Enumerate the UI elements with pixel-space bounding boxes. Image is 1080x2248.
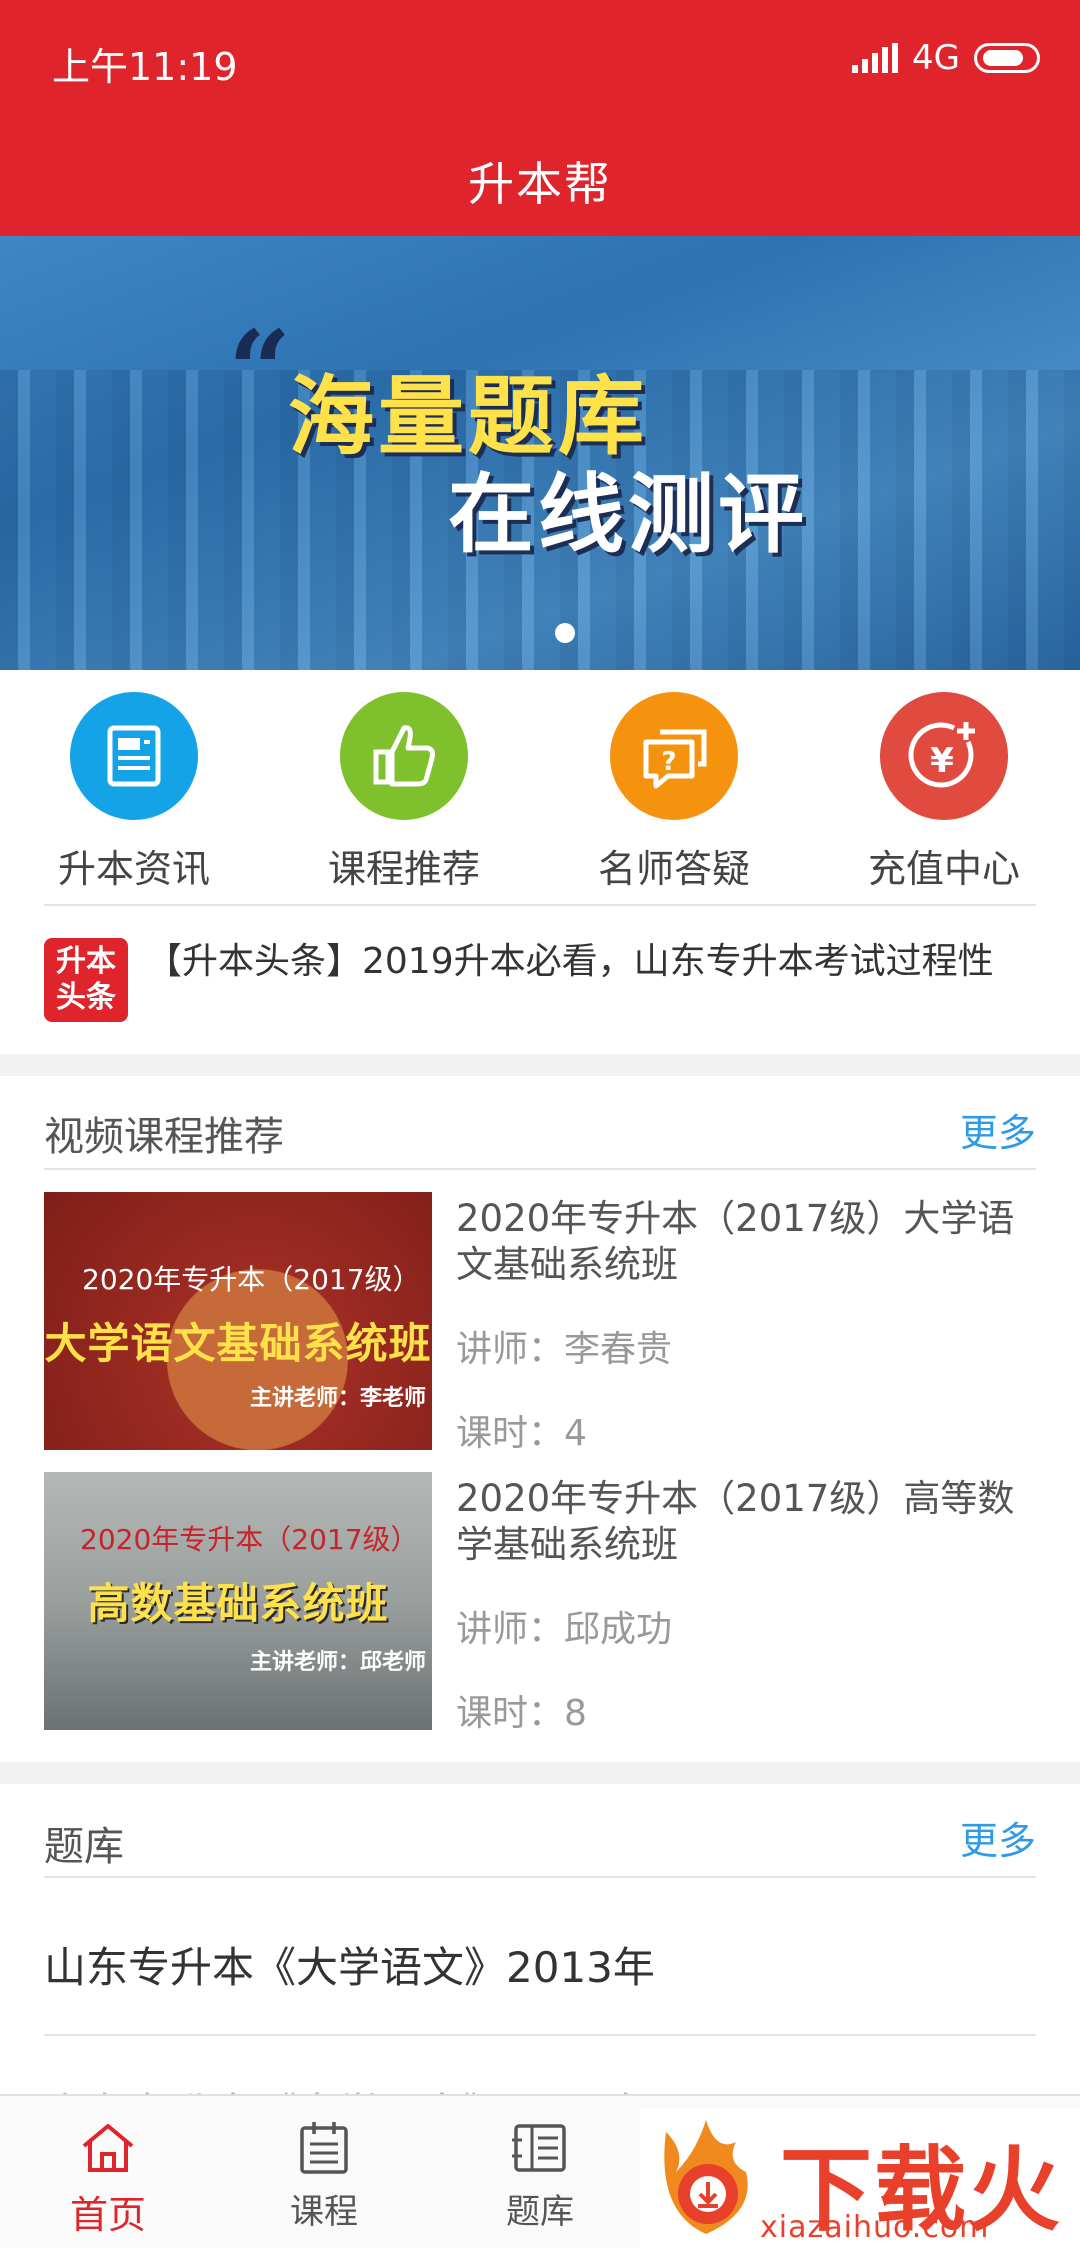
tab-home[interactable]: 首页 xyxy=(8,2118,208,2239)
badge-line: 头条 xyxy=(56,980,116,1015)
tab-courses[interactable]: 课程 xyxy=(224,2118,424,2233)
quick-nav: 升本资讯 课程推荐 ? 名师答疑 ¥ 充值中心 升本 头条 【升本头条】2019… xyxy=(0,670,1080,1054)
course-item[interactable]: 2020年专升本（2017级） 大学语文基础系统班 主讲老师：李老师 2020年… xyxy=(44,1192,1036,1454)
quote-mark-icon: “ xyxy=(228,306,292,435)
status-time: 上午11:19 xyxy=(52,45,238,89)
course-hours: 课时：8 xyxy=(456,1693,587,1734)
network-type: 4G xyxy=(912,38,960,78)
divider xyxy=(44,1876,1036,1878)
headline-ticker[interactable]: 【升本头条】2019升本必看，山东专升本考试过程性 xyxy=(146,932,1046,984)
more-link[interactable]: 更多 xyxy=(960,1810,1036,1865)
thumb-caption: 2020年专升本（2017级） xyxy=(82,1263,421,1296)
carousel-indicator[interactable] xyxy=(555,623,575,643)
page-title: 升本帮 xyxy=(468,157,612,211)
quick-nav-news[interactable]: 升本资讯 xyxy=(34,692,234,893)
course-title: 2020年专升本（2017级）高等数学基础系统班 xyxy=(456,1477,1015,1566)
section-title: 视频课程推荐 xyxy=(44,1114,284,1160)
quick-nav-label: 课程推荐 xyxy=(327,847,480,891)
course-thumbnail: 2020年专升本（2017级） 大学语文基础系统班 主讲老师：李老师 xyxy=(44,1192,432,1450)
quick-nav-label: 升本资讯 xyxy=(57,847,210,891)
yuan-plus-icon: ¥ xyxy=(880,692,1008,820)
signal-icon xyxy=(852,43,899,73)
calendar-icon xyxy=(294,2118,354,2178)
quick-nav-label: 名师答疑 xyxy=(597,847,750,891)
banner-headline-2: 在线测评 xyxy=(448,465,808,565)
tab-label: 课程 xyxy=(290,2192,358,2232)
status-icons: 4G xyxy=(852,38,1040,78)
news-icon xyxy=(70,692,198,820)
question-bank-item[interactable]: 山东专升本《大学语文》2013年 xyxy=(44,1934,655,1995)
course-title: 2020年专升本（2017级）大学语文基础系统班 xyxy=(456,1197,1015,1286)
course-teacher: 讲师：邱成功 xyxy=(456,1609,673,1650)
divider xyxy=(44,904,1036,906)
tab-question-bank[interactable]: 题库 xyxy=(440,2118,640,2233)
flame-logo-icon xyxy=(646,2112,766,2242)
headline-badge: 升本 头条 xyxy=(44,938,128,1022)
watermark-url: xiazaihuo.com xyxy=(760,2210,990,2245)
svg-text:?: ? xyxy=(661,747,676,777)
divider xyxy=(44,2034,1036,2036)
quick-nav-label: 充值中心 xyxy=(867,847,1020,891)
app-screen: 上午11:19 4G 升本帮 “ 海量题库 在线测评 升本资讯 课程推荐 ? 名… xyxy=(0,0,1080,2248)
question-chat-icon: ? xyxy=(610,692,738,820)
divider xyxy=(44,1168,1036,1170)
course-item[interactable]: 2020年专升本（2017级） 高数基础系统班 主讲老师：邱老师 2020年专升… xyxy=(44,1472,1036,1734)
course-teacher: 讲师：李春贵 xyxy=(456,1329,673,1370)
tab-label: 题库 xyxy=(506,2192,574,2232)
banner-carousel[interactable]: “ 海量题库 在线测评 xyxy=(0,236,1080,670)
more-link[interactable]: 更多 xyxy=(960,1102,1036,1157)
battery-icon xyxy=(974,43,1040,73)
thumb-title: 大学语文基础系统班 xyxy=(44,1319,432,1368)
thumb-title: 高数基础系统班 xyxy=(87,1579,389,1628)
quick-nav-recharge[interactable]: ¥ 充值中心 xyxy=(844,692,1044,893)
thumb-teacher: 主讲老师：李老师 xyxy=(249,1386,426,1411)
badge-line: 升本 xyxy=(56,944,116,979)
course-thumbnail: 2020年专升本（2017级） 高数基础系统班 主讲老师：邱老师 xyxy=(44,1472,432,1730)
course-hours: 课时：4 xyxy=(456,1413,587,1454)
thumbs-up-icon xyxy=(340,692,468,820)
section-title: 题库 xyxy=(44,1824,124,1870)
tab-label: 首页 xyxy=(69,2193,146,2237)
quick-nav-courses[interactable]: 课程推荐 xyxy=(304,692,504,893)
watermark: 下载火 xiazaihuo.com xyxy=(640,2108,1080,2248)
top-bar: 上午11:19 4G 升本帮 xyxy=(0,0,1080,236)
book-icon xyxy=(510,2118,570,2178)
video-course-section: 视频课程推荐 更多 2020年专升本（2017级） 大学语文基础系统班 主讲老师… xyxy=(0,1076,1080,1762)
home-icon xyxy=(78,2118,138,2178)
thumb-caption: 2020年专升本（2017级） xyxy=(80,1523,419,1556)
thumb-teacher: 主讲老师：邱老师 xyxy=(249,1650,426,1675)
svg-text:¥: ¥ xyxy=(930,741,954,781)
quick-nav-qa[interactable]: ? 名师答疑 xyxy=(574,692,774,893)
